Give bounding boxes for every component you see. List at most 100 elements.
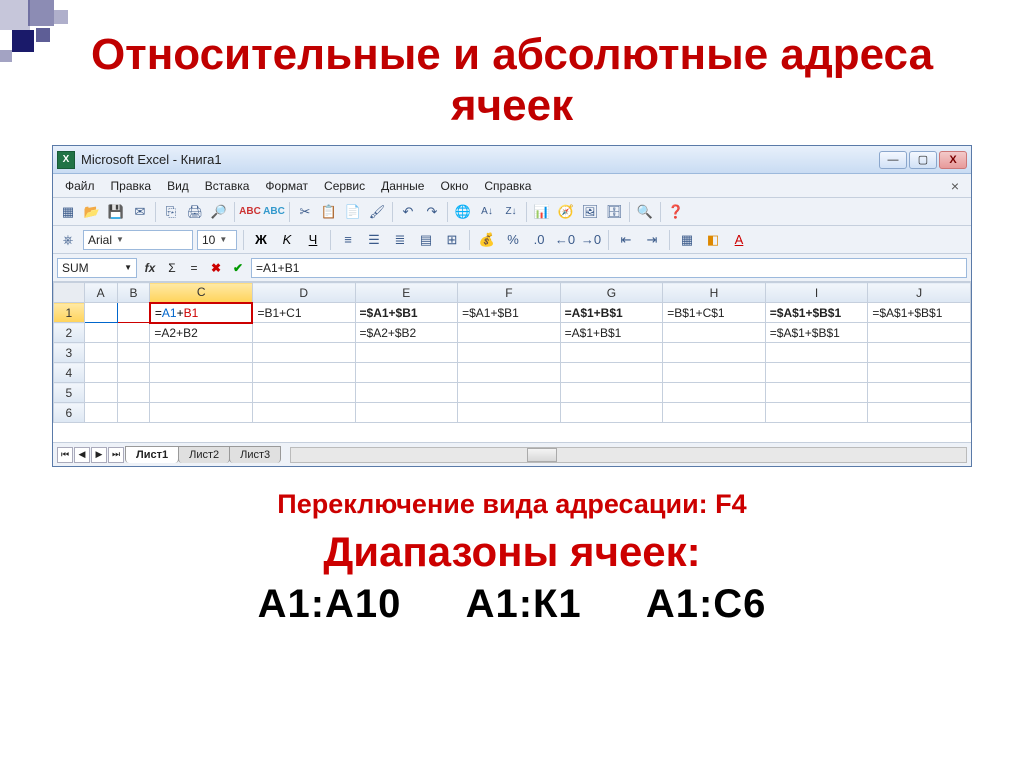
paste-icon[interactable]: 📄: [342, 201, 364, 223]
tab-nav-prev-icon[interactable]: ◀: [74, 447, 90, 463]
equals-icon[interactable]: =: [185, 259, 203, 277]
cell[interactable]: [458, 343, 561, 363]
cancel-edit-icon[interactable]: ✖: [207, 259, 225, 277]
cell[interactable]: [117, 403, 150, 423]
cell[interactable]: [117, 363, 150, 383]
cell[interactable]: [150, 343, 253, 363]
menu-edit[interactable]: Правка: [105, 177, 158, 195]
autocorrect-icon[interactable]: ABC: [263, 201, 285, 223]
cell[interactable]: [458, 363, 561, 383]
cell-A1[interactable]: [84, 303, 117, 323]
cell-F2[interactable]: [458, 323, 561, 343]
col-header-D[interactable]: D: [252, 283, 355, 303]
row-header-6[interactable]: 6: [54, 403, 85, 423]
decrease-indent-icon[interactable]: ⇤: [615, 229, 637, 251]
cell[interactable]: [458, 403, 561, 423]
row-header-2[interactable]: 2: [54, 323, 85, 343]
cell[interactable]: [765, 363, 868, 383]
accept-edit-icon[interactable]: ✔: [229, 259, 247, 277]
copy-icon[interactable]: 📋: [318, 201, 340, 223]
zoom-icon[interactable]: 🔍: [634, 201, 656, 223]
cell[interactable]: [868, 363, 971, 383]
name-box[interactable]: SUM ▼: [57, 258, 137, 278]
cell[interactable]: [355, 363, 458, 383]
col-header-B[interactable]: B: [117, 283, 150, 303]
doc-close-icon[interactable]: ×: [945, 178, 965, 194]
menu-insert[interactable]: Вставка: [199, 177, 256, 195]
cell[interactable]: [765, 403, 868, 423]
font-size-dropdown[interactable]: 10 ▼: [197, 230, 237, 250]
styles-icon[interactable]: ⎈: [57, 229, 79, 251]
cell[interactable]: [355, 403, 458, 423]
export-pdf-icon[interactable]: ⎘: [160, 201, 182, 223]
align-left-icon[interactable]: ≡: [337, 229, 359, 251]
save-icon[interactable]: 💾: [105, 201, 127, 223]
hyperlink-icon[interactable]: 🌐: [452, 201, 474, 223]
cell[interactable]: [355, 343, 458, 363]
cell[interactable]: [252, 343, 355, 363]
cell-B1[interactable]: [117, 303, 150, 323]
cell[interactable]: [84, 363, 117, 383]
select-all-corner[interactable]: [54, 283, 85, 303]
sheet-tab-2[interactable]: Лист2: [178, 446, 230, 463]
cell-E2[interactable]: =$A2+$B2: [355, 323, 458, 343]
cell-D1[interactable]: =B1+C1: [252, 303, 355, 323]
font-color-icon[interactable]: A: [728, 229, 750, 251]
menu-help[interactable]: Справка: [478, 177, 537, 195]
col-header-E[interactable]: E: [355, 283, 458, 303]
cell-G1[interactable]: =A$1+B$1: [560, 303, 663, 323]
cell-A2[interactable]: [84, 323, 117, 343]
col-header-I[interactable]: I: [765, 283, 868, 303]
sheet-tab-1[interactable]: Лист1: [125, 446, 179, 463]
row-header-4[interactable]: 4: [54, 363, 85, 383]
tab-nav-first-icon[interactable]: ⏮: [57, 447, 73, 463]
merge-cells-icon[interactable]: ⊞: [441, 229, 463, 251]
sort-desc-icon[interactable]: Z↓: [500, 201, 522, 223]
col-header-G[interactable]: G: [560, 283, 663, 303]
navigator-icon[interactable]: 🧭: [555, 201, 577, 223]
menu-data[interactable]: Данные: [375, 177, 430, 195]
align-justify-icon[interactable]: ▤: [415, 229, 437, 251]
col-header-J[interactable]: J: [868, 283, 971, 303]
cell-C2[interactable]: =A2+B2: [150, 323, 253, 343]
cell[interactable]: [150, 403, 253, 423]
cell[interactable]: [252, 383, 355, 403]
row-header-3[interactable]: 3: [54, 343, 85, 363]
cell[interactable]: [663, 343, 766, 363]
spellcheck-icon[interactable]: ABC: [239, 201, 261, 223]
cell[interactable]: [84, 343, 117, 363]
col-header-A[interactable]: A: [84, 283, 117, 303]
cell[interactable]: [765, 343, 868, 363]
number-format-icon[interactable]: .0: [528, 229, 550, 251]
italic-button[interactable]: K: [276, 229, 298, 251]
decrease-decimal-icon[interactable]: →0: [580, 229, 602, 251]
row-header-1[interactable]: 1: [54, 303, 85, 323]
cell[interactable]: [252, 403, 355, 423]
formula-input[interactable]: =A1+B1: [251, 258, 967, 278]
cut-icon[interactable]: ✂: [294, 201, 316, 223]
cell[interactable]: [84, 403, 117, 423]
menu-window[interactable]: Окно: [434, 177, 474, 195]
cell[interactable]: [117, 343, 150, 363]
align-right-icon[interactable]: ≣: [389, 229, 411, 251]
cell[interactable]: [252, 363, 355, 383]
cell[interactable]: [663, 383, 766, 403]
menu-format[interactable]: Формат: [259, 177, 314, 195]
col-header-F[interactable]: F: [458, 283, 561, 303]
horizontal-scrollbar[interactable]: [290, 447, 967, 463]
function-wizard-icon[interactable]: fx: [141, 259, 159, 277]
cell[interactable]: [560, 383, 663, 403]
cell-F1[interactable]: =$A1+$B1: [458, 303, 561, 323]
cell[interactable]: [765, 383, 868, 403]
spreadsheet-grid[interactable]: A B C D E F G H I J 1 =A1+B1 =B1+C1: [53, 282, 971, 442]
col-header-C[interactable]: C: [150, 283, 253, 303]
open-icon[interactable]: 📂: [81, 201, 103, 223]
sum-icon[interactable]: Σ: [163, 259, 181, 277]
menu-tools[interactable]: Сервис: [318, 177, 371, 195]
email-icon[interactable]: ✉: [129, 201, 151, 223]
cell[interactable]: [868, 403, 971, 423]
close-button[interactable]: X: [939, 151, 967, 169]
print-icon[interactable]: 🖨: [184, 201, 206, 223]
cell-B2[interactable]: [117, 323, 150, 343]
cell[interactable]: [84, 383, 117, 403]
